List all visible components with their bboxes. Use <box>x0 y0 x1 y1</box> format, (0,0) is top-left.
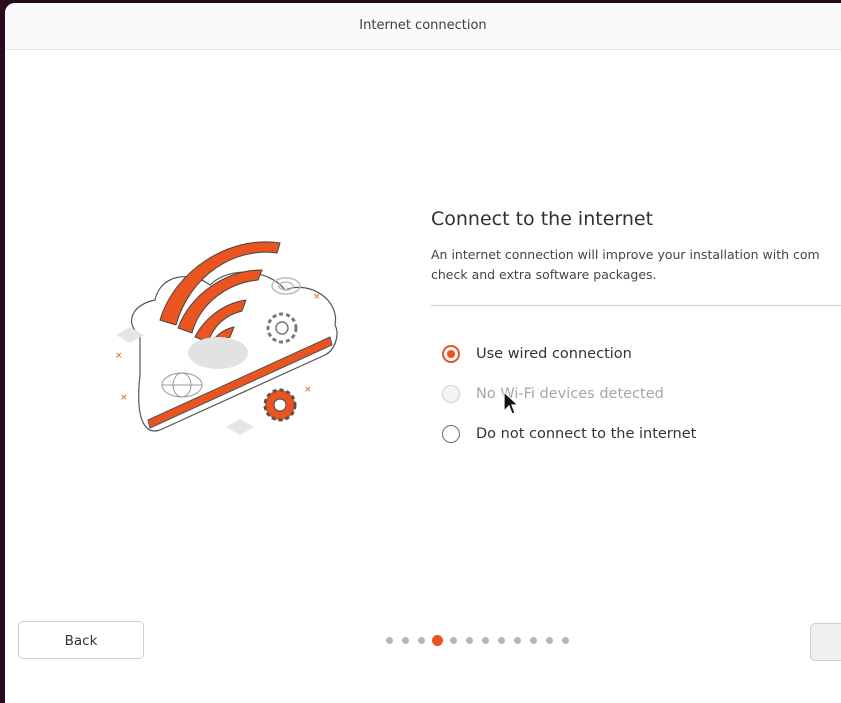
next-button[interactable] <box>810 623 841 661</box>
progress-dot <box>402 636 409 644</box>
progress-dot <box>418 636 425 644</box>
progress-dot <box>482 636 489 644</box>
radio-no-connection[interactable] <box>442 425 460 443</box>
title-bar: Internet connection <box>5 3 841 50</box>
option-wired[interactable]: Use wired connection <box>436 342 696 366</box>
window-title: Internet connection <box>359 18 487 33</box>
progress-dot <box>514 636 521 644</box>
description-line-2: check and extra software packages. <box>431 267 657 282</box>
option-wifi: No Wi-Fi devices detected <box>436 382 696 406</box>
page-heading: Connect to the internet <box>431 208 654 230</box>
page-description: An internet connection will improve your… <box>431 245 841 285</box>
option-wired-label: Use wired connection <box>476 346 632 362</box>
description-line-1: An internet connection will improve your… <box>431 247 820 262</box>
progress-dot <box>386 636 393 644</box>
mouse-pointer-icon <box>503 391 519 415</box>
progress-dot <box>530 636 537 644</box>
svg-text:×: × <box>304 385 312 395</box>
progress-dot-current <box>432 634 443 646</box>
radio-wired[interactable] <box>442 345 460 363</box>
wifi-cloud-illustration: × × × × <box>115 241 338 435</box>
progress-dot <box>498 636 505 644</box>
progress-dot <box>466 636 473 644</box>
progress-dot <box>546 636 553 644</box>
option-no-connection[interactable]: Do not connect to the internet <box>436 422 696 446</box>
svg-text:×: × <box>120 393 128 403</box>
main-content: Connect to the internet An internet conn… <box>431 208 841 306</box>
progress-dot <box>450 636 457 644</box>
progress-dots <box>386 634 578 646</box>
progress-dot <box>562 636 569 644</box>
divider <box>431 305 841 306</box>
option-no-connection-label: Do not connect to the internet <box>476 426 697 442</box>
back-button[interactable]: Back <box>18 621 144 659</box>
svg-text:×: × <box>115 351 123 361</box>
connection-options: Use wired connection No Wi-Fi devices de… <box>436 342 696 462</box>
svg-text:×: × <box>313 292 321 302</box>
radio-wifi <box>442 385 460 403</box>
